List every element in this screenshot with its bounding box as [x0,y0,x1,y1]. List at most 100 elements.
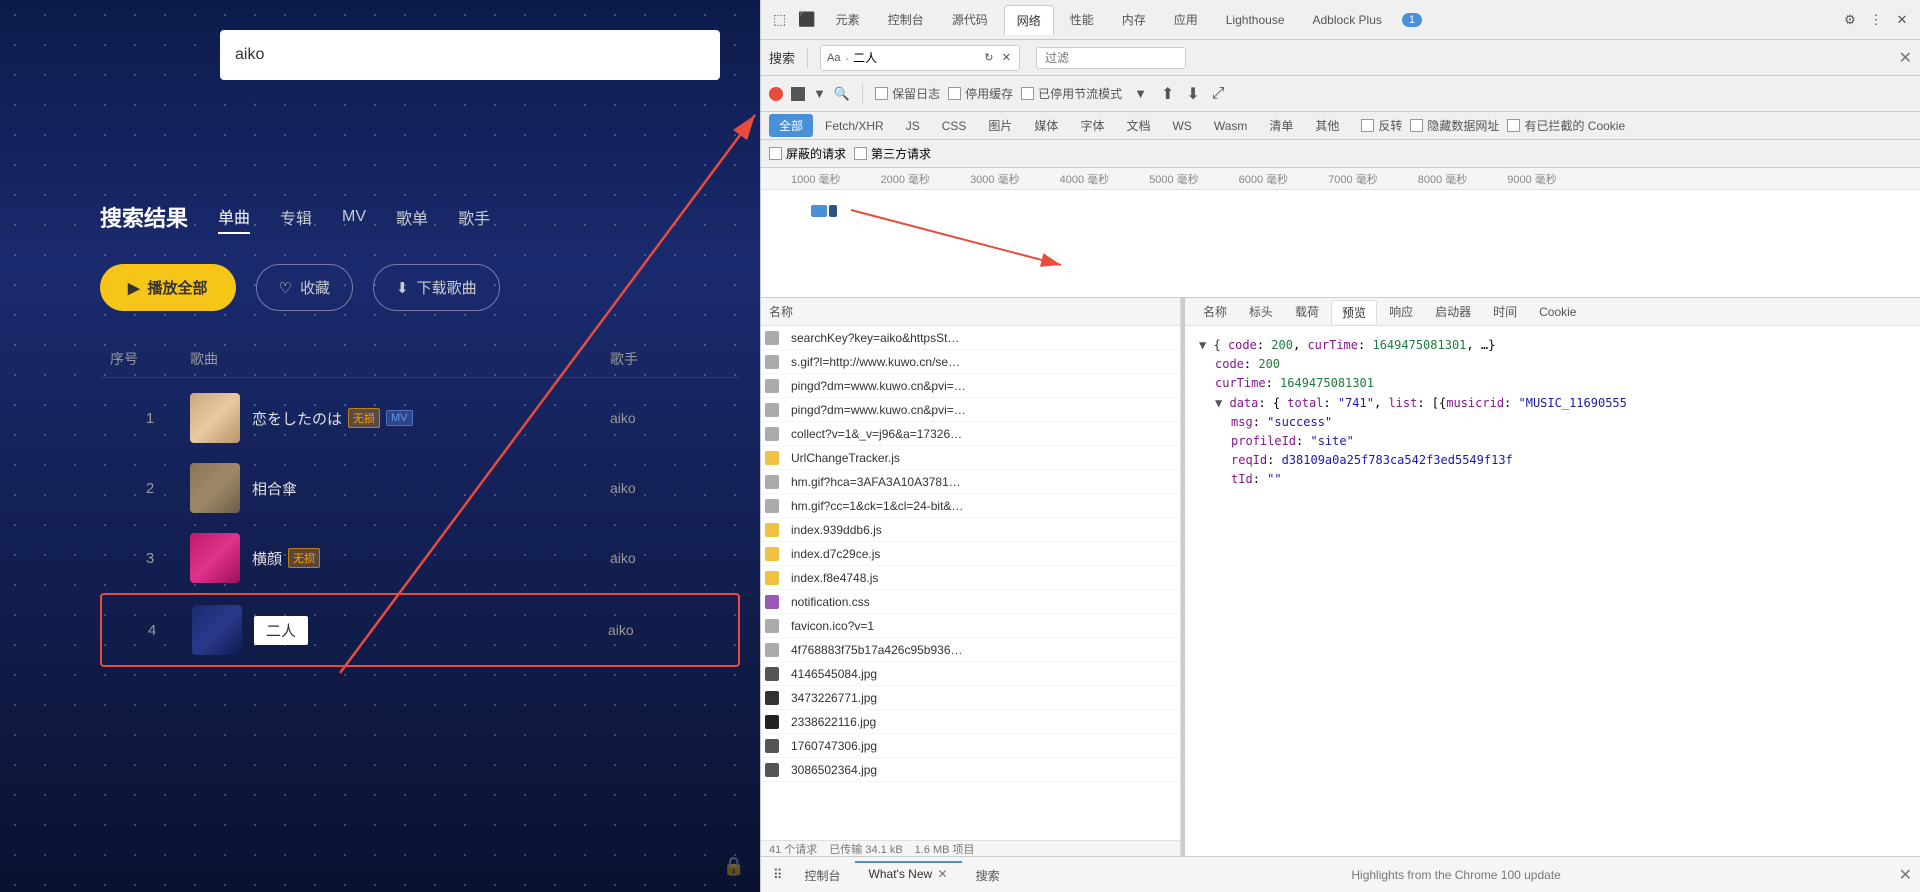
search-input[interactable] [235,46,705,64]
tab-application[interactable]: 应用 [1162,5,1210,34]
preview-tab-preview[interactable]: 预览 [1331,300,1377,324]
preview-tab-name[interactable]: 名称 [1193,300,1237,323]
list-item[interactable]: notification.css [761,590,1180,614]
third-party-checkbox[interactable] [854,147,867,160]
close-devtools-icon[interactable]: ✕ [1892,10,1912,30]
filter-icon[interactable]: ▼ [813,86,826,101]
invert-check[interactable]: 反转 [1361,117,1402,134]
list-item[interactable]: collect?v=1&_v=j96&a=17326133898 [761,422,1180,446]
tab-single[interactable]: 单曲 [218,200,250,234]
list-item[interactable]: 3473226771.jpg [761,686,1180,710]
list-item[interactable]: index.939ddb6.js [761,518,1180,542]
bottom-tab-whats-new[interactable]: What's New ✕ [855,861,962,888]
invert-checkbox[interactable] [1361,119,1374,132]
blocked-requests-check[interactable]: 屏蔽的请求 [769,145,846,162]
preview-tab-response[interactable]: 响应 [1379,300,1423,323]
download-button[interactable]: ⬇ 下载歌曲 [373,264,500,311]
tab-memory[interactable]: 内存 [1110,5,1158,34]
disable-cache-checkbox[interactable] [948,87,961,100]
tab-adblock[interactable]: Adblock Plus [1301,7,1394,33]
aa-toggle[interactable]: Aa [827,48,840,68]
list-item[interactable]: pingd?dm=www.kuwo.cn&pvi=62309 [761,374,1180,398]
record-button[interactable] [769,87,783,101]
tab-artist[interactable]: 歌手 [458,201,490,233]
collapse-data-icon[interactable]: ▼ [1215,396,1222,410]
third-party-check[interactable]: 第三方请求 [854,145,931,162]
filter-fetch-xhr[interactable]: Fetch/XHR [815,116,894,136]
preserve-log-check[interactable]: 保留日志 [875,85,940,102]
refresh-search-icon[interactable]: ↻ [982,48,995,68]
list-item[interactable]: 3086502364.jpg [761,758,1180,782]
more-icon[interactable]: ⋮ [1866,10,1886,30]
preserve-log-checkbox[interactable] [875,87,888,100]
devtools-panel-icon[interactable]: ⬚ [769,11,790,28]
tab-album[interactable]: 专辑 [280,201,312,233]
close-all-panels-icon[interactable]: ✕ [1899,865,1912,885]
list-item[interactable]: index.f8e4748.js [761,566,1180,590]
table-row[interactable]: 2 相合傘 aiko [100,453,740,523]
list-item[interactable]: s.gif?l=http://www.kuwo.cn/search/list [761,350,1180,374]
tab-sources[interactable]: 源代码 [940,5,1000,34]
preview-tab-headers[interactable]: 标头 [1239,300,1283,323]
close-search-panel-icon[interactable]: ✕ [1899,48,1912,68]
collapse-icon[interactable]: ▼ [1199,338,1206,352]
has-cookie-check[interactable]: 有已拦截的 Cookie [1507,117,1625,134]
list-item[interactable]: 2338622116.jpg [761,710,1180,734]
filter-ws[interactable]: WS [1162,116,1201,136]
collect-button[interactable]: ♡ 收藏 [256,264,353,311]
has-cookie-checkbox[interactable] [1507,119,1520,132]
file-list-body[interactable]: searchKey?key=aiko&httpsStatus=1&... s.g… [761,326,1180,840]
search-panel-input[interactable] [853,51,978,65]
bottom-tab-close-icon[interactable]: ✕ [938,867,948,881]
upload-icon[interactable]: ⬆ [1161,84,1174,104]
throttle-dropdown-icon[interactable]: ▼ [1134,86,1147,101]
tab-network[interactable]: 网络 [1004,5,1054,35]
tab-performance[interactable]: 性能 [1058,5,1106,34]
hide-data-url-checkbox[interactable] [1410,119,1423,132]
table-row[interactable]: 3 横顔 无损 aiko [100,523,740,593]
stop-button[interactable] [791,87,805,101]
filter-js[interactable]: JS [896,116,930,136]
devtools-dock-icon[interactable]: ⬛ [794,11,819,28]
list-item[interactable]: index.d7c29ce.js [761,542,1180,566]
bottom-tab-console[interactable]: 控制台 [791,861,855,888]
table-row[interactable]: 1 恋をしたのは 无损 MV aiko [100,383,740,453]
preview-tab-cookie[interactable]: Cookie [1529,302,1586,322]
list-item[interactable]: pingd?dm=www.kuwo.cn&pvi=62309 [761,398,1180,422]
tab-elements[interactable]: 元素 [824,5,872,34]
filter-media[interactable]: 媒体 [1024,114,1068,137]
list-item[interactable]: hm.gif?cc=1&ck=1&cl=24-bit&ds=15 [761,494,1180,518]
filter-other[interactable]: 其他 [1305,114,1349,137]
filter-all[interactable]: 全部 [769,114,813,137]
tab-lighthouse[interactable]: Lighthouse [1214,7,1297,33]
search-icon[interactable]: 🔍 [834,86,850,102]
filter-css[interactable]: CSS [932,116,977,136]
list-item[interactable]: favicon.ico?v=1 [761,614,1180,638]
list-item[interactable]: 4f768883f75b17a426c95b93692d98be... [761,638,1180,662]
hide-data-url-check[interactable]: 隐藏数据网址 [1410,117,1499,134]
filter-img[interactable]: 图片 [978,114,1022,137]
preview-tab-payload[interactable]: 载荷 [1285,300,1329,323]
filter-manifest[interactable]: 清单 [1259,114,1303,137]
download-net-icon[interactable]: ⬇ [1186,84,1199,104]
filter-input[interactable] [1036,47,1186,69]
bottom-tab-search[interactable]: 搜索 [962,861,1014,888]
preview-tab-initiator[interactable]: 启动器 [1425,300,1481,323]
clear-search-icon[interactable]: ✕ [1000,48,1013,68]
list-item[interactable]: UrlChangeTracker.js [761,446,1180,470]
list-item[interactable]: 1760747306.jpg [761,734,1180,758]
settings-icon[interactable]: ⚙ [1840,10,1860,30]
list-item[interactable]: searchKey?key=aiko&httpsStatus=1&... [761,326,1180,350]
tab-console[interactable]: 控制台 [876,5,936,34]
throttle-checkbox[interactable] [1021,87,1034,100]
disable-cache-check[interactable]: 停用缓存 [948,85,1013,102]
list-item[interactable]: 4146545084.jpg [761,662,1180,686]
throttle-check[interactable]: 已停用节流模式 [1021,85,1122,102]
filter-font[interactable]: 字体 [1070,114,1114,137]
filter-doc[interactable]: 文档 [1116,114,1160,137]
expand-icon[interactable]: ⤢ [1212,85,1225,103]
play-all-button[interactable]: ▶ 播放全部 [100,264,236,311]
tab-mv[interactable]: MV [342,204,366,230]
preview-tab-timing[interactable]: 时间 [1483,300,1527,323]
table-row[interactable]: 4 二人 aiko [100,593,740,667]
